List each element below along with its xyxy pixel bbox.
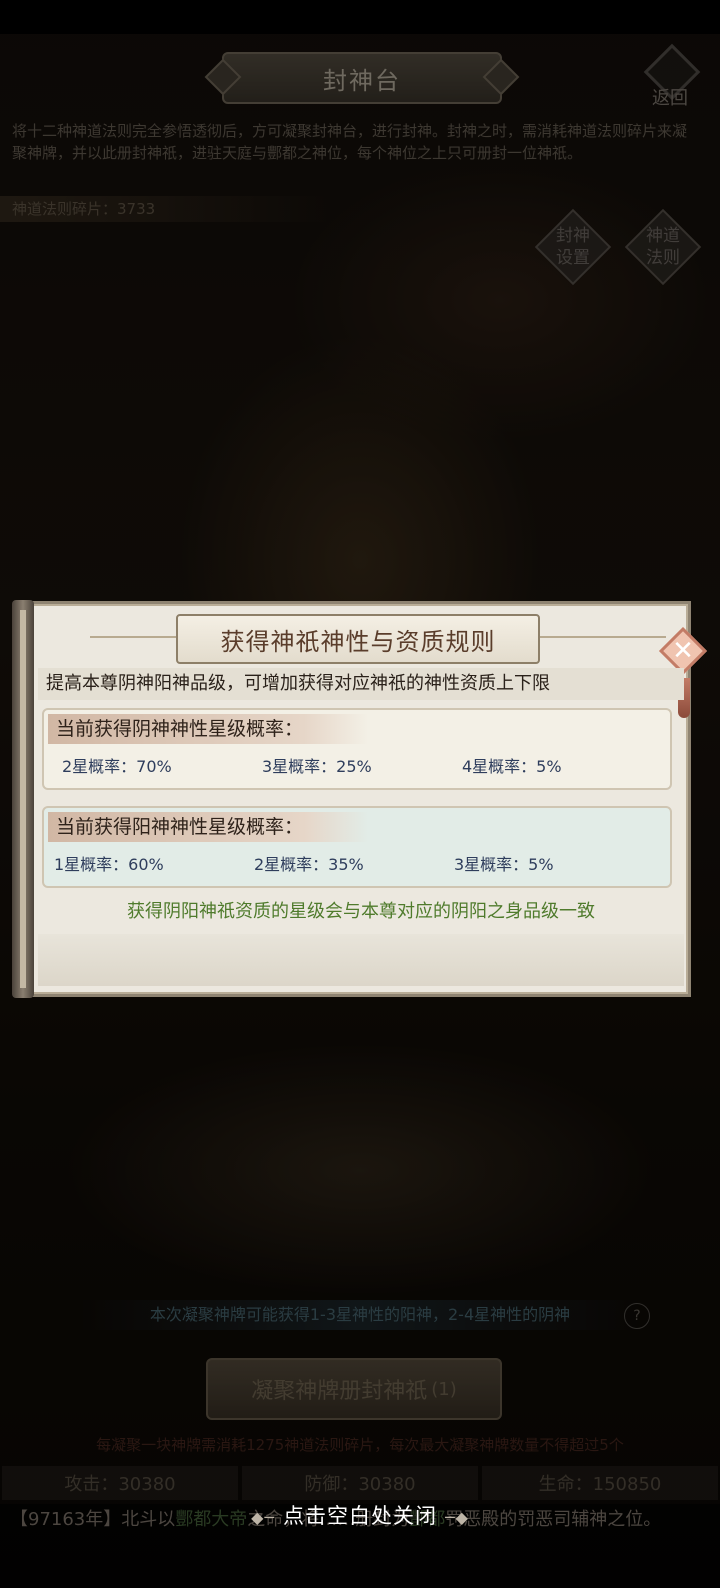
yang-rate: 3星概率：5% bbox=[454, 855, 554, 874]
dialog-title: 获得神祇神性与资质规则 bbox=[176, 614, 540, 664]
yin-rate: 3星概率：25% bbox=[262, 757, 372, 776]
divider bbox=[90, 636, 176, 638]
ornament-icon: ─◆ bbox=[445, 1508, 469, 1527]
yin-heading: 当前获得阴神神性星级概率： bbox=[48, 714, 368, 744]
yang-rate: 2星概率：35% bbox=[254, 855, 364, 874]
yin-rate: 2星概率：70% bbox=[62, 757, 172, 776]
yang-rate: 1星概率：60% bbox=[54, 855, 164, 874]
yin-rate-card: 当前获得阴神神性星级概率： 2星概率：70% 3星概率：25% 4星概率：5% bbox=[42, 708, 672, 790]
yang-heading: 当前获得阳神神性星级概率： bbox=[48, 812, 368, 842]
scroll-rod bbox=[12, 600, 34, 998]
yin-rate-row: 2星概率：70% 3星概率：25% 4星概率：5% bbox=[44, 754, 670, 780]
dialog-footer-note: 获得阴阳神祇资质的星级会与本尊对应的阴阳之身品级一致 bbox=[127, 901, 595, 922]
yin-rate: 4星概率：5% bbox=[462, 757, 562, 776]
ornament-icon: ◆─ bbox=[251, 1508, 275, 1527]
dialog-intro: 提高本尊阴神阳神品级，可增加获得对应神祇的神性资质上下限 bbox=[38, 668, 684, 700]
yang-rate-card: 当前获得阳神神性星级概率： 1星概率：60% 2星概率：35% 3星概率：5% bbox=[42, 806, 672, 888]
divider bbox=[536, 636, 666, 638]
close-hint-text: 点击空白处关闭 bbox=[283, 1504, 437, 1528]
dialog-bottom-panel bbox=[38, 934, 684, 986]
yang-rate-row: 1星概率：60% 2星概率：35% 3星概率：5% bbox=[44, 852, 670, 878]
close-hint[interactable]: ◆─ 点击空白处关闭 ─◆ bbox=[0, 1500, 720, 1530]
